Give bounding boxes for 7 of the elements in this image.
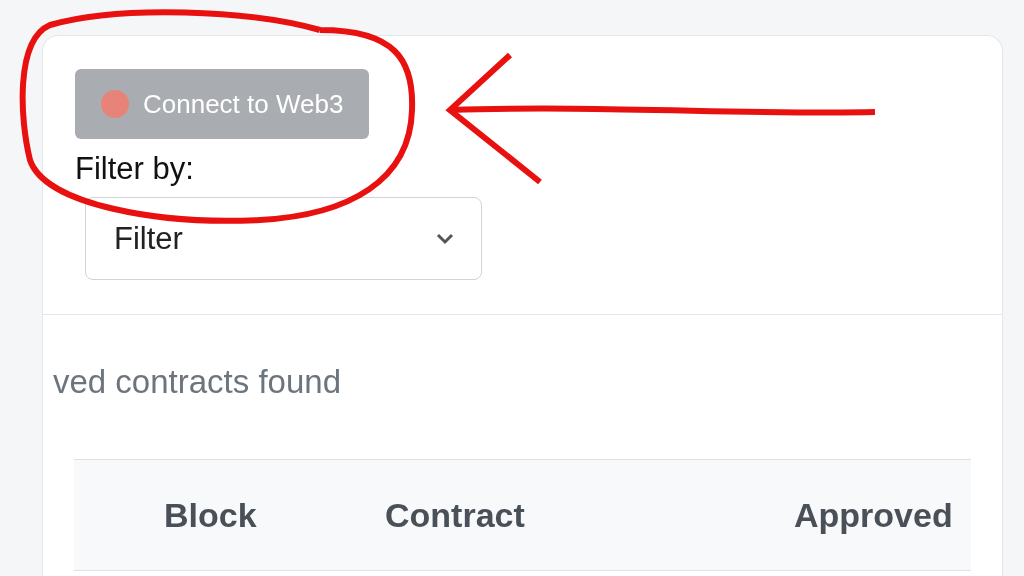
filter-label: Filter by: [75, 151, 194, 187]
chevron-down-icon [435, 231, 455, 246]
column-header[interactable]: Block [74, 495, 385, 535]
column-header[interactable]: Approved [794, 495, 971, 535]
results-message: ved contracts found [53, 363, 342, 401]
column-header[interactable]: Contract [385, 495, 794, 535]
filter-select[interactable]: Filter [85, 197, 482, 280]
